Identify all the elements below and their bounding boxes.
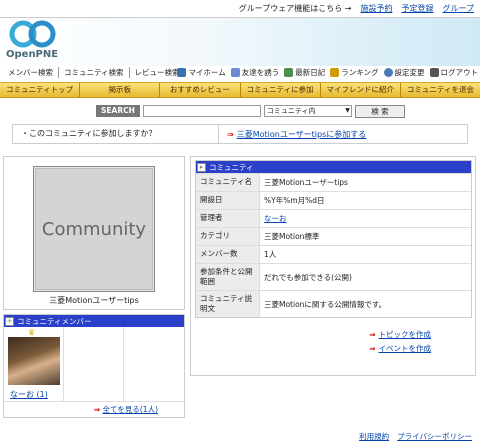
community-placeholder-image: Community	[35, 168, 153, 290]
chevron-down-icon: ▼	[345, 107, 350, 114]
create-topic-link[interactable]: トピックを作成	[379, 329, 432, 340]
latest-diary-link[interactable]: 最新日記	[284, 67, 325, 78]
settings-link[interactable]: 設定変更	[383, 67, 425, 78]
invite-friends-link[interactable]: 友達を誘う	[230, 67, 279, 78]
members-section-title: コミュニティメンバー	[17, 316, 92, 326]
community-info-table: ▸ コミュニティ コミュニティ名 三菱Motionユーザーtips 開設日 %Y…	[195, 160, 472, 318]
info-row: メンバー数 1人	[196, 245, 471, 263]
join-question: ・このコミュニティに参加しますか？	[13, 125, 219, 143]
ranking-link[interactable]: ランキング	[330, 67, 379, 78]
info-section-title: コミュニティ	[209, 162, 254, 172]
menu-bbs[interactable]: 掲示板	[80, 83, 161, 97]
settings-icon	[383, 67, 393, 77]
menu-join-community[interactable]: コミュニティに参加	[241, 83, 321, 97]
info-value: 1人	[264, 250, 277, 259]
info-key: コミュニティ説明文	[196, 291, 260, 317]
logout-icon	[429, 67, 439, 77]
group-link[interactable]: グループ	[442, 3, 474, 14]
review-search-link[interactable]: レビュー検索	[130, 67, 185, 78]
member-cell: ♛ なーお (1)	[4, 327, 64, 401]
search-label: SEARCH	[96, 105, 140, 117]
community-image: Community	[33, 166, 155, 292]
join-prompt-box: ・このコミュニティに参加しますか？ ⇒ 三菱Motionユーザーtipsに参加す…	[12, 124, 468, 144]
community-search-link[interactable]: コミュニティ検索	[59, 66, 130, 78]
admin-link[interactable]: なーお	[264, 213, 287, 224]
menu-community-top[interactable]: コミュニティトップ	[0, 83, 81, 97]
community-members-panel: + コミュニティメンバー ♛ なーお (1) ⇒ 全てを見る(1人)	[3, 314, 185, 418]
footer-links: 利用規約 プライバシーポリシー	[359, 431, 472, 442]
join-community-link[interactable]: 三菱Motionユーザーtipsに参加する	[237, 129, 367, 140]
search-input[interactable]	[142, 105, 261, 117]
arrow-right-icon: ⇒	[369, 330, 376, 339]
members-section-header: + コミュニティメンバー	[4, 315, 184, 327]
schedule-register-link[interactable]: 予定登録	[401, 3, 433, 14]
create-event-link[interactable]: イベントを作成	[379, 343, 432, 354]
info-row: カテゴリ 三菱Motion標準	[196, 227, 471, 245]
logout-link[interactable]: ログアウト	[429, 67, 478, 78]
info-key: カテゴリ	[196, 228, 260, 245]
my-home-link[interactable]: マイホーム	[177, 67, 226, 78]
header-banner: OpenPNE	[0, 18, 480, 66]
terms-link[interactable]: 利用規約	[359, 431, 389, 442]
info-section-header: ▸ コミュニティ	[196, 161, 471, 173]
member-search-link[interactable]: メンバー検索	[3, 66, 59, 78]
arrow-right-icon: ⇒	[227, 129, 234, 139]
member-cell-empty	[124, 327, 184, 401]
search-scope-select[interactable]: コミュニティ内 ▼	[263, 105, 352, 117]
search-bar: SEARCH コミュニティ内 ▼ 検 索	[96, 104, 405, 118]
info-value: だれでも参加できる(公開)	[264, 272, 352, 282]
community-image-panel: Community 三菱Motionユーザーtips	[3, 156, 185, 310]
ranking-icon	[330, 67, 340, 77]
info-key: コミュニティ名	[196, 174, 260, 191]
privacy-policy-link[interactable]: プライバシーポリシー	[397, 431, 472, 442]
search-button[interactable]: 検 索	[354, 104, 405, 118]
info-key: 管理者	[196, 210, 260, 227]
member-avatar[interactable]	[8, 337, 60, 385]
sub-navigation: メンバー検索 コミュニティ検索 レビュー検索 マイホーム 友達を誘う 最新日記 …	[0, 66, 480, 78]
member-name-link[interactable]: なーお (1)	[10, 389, 48, 400]
info-value: 三菱Motionユーザーtips	[264, 178, 348, 187]
info-key: 開設日	[196, 192, 260, 209]
facility-booking-link[interactable]: 施設予約	[360, 3, 392, 14]
info-key: 参加条件と公開範囲	[196, 264, 260, 290]
arrow-right-icon: ⇒	[93, 405, 101, 414]
info-value: 三菱Motion標準	[264, 232, 320, 241]
arrow-right-icon: ⇒	[369, 344, 376, 353]
see-all-members-link[interactable]: 全てを見る(1人)	[103, 405, 158, 414]
menu-introduce-to-friend[interactable]: マイフレンドに紹介	[321, 83, 401, 97]
top-bar: グループウェア機能はこちら → 施設予約 予定登録 グループ	[0, 0, 480, 18]
diary-icon	[284, 67, 294, 77]
info-row: 管理者 なーお	[196, 209, 471, 227]
community-name-caption: 三菱Motionユーザーtips	[49, 296, 139, 305]
info-value: %Y年%m月%d日	[264, 196, 325, 205]
invite-icon	[230, 67, 240, 77]
info-row: コミュニティ説明文 三菱Motionに関する公開情報です。	[196, 290, 471, 317]
member-cell-empty	[64, 327, 124, 401]
plus-box-icon: +	[5, 316, 14, 326]
crown-icon: ♛	[28, 328, 36, 337]
info-row: 開設日 %Y年%m月%d日	[196, 191, 471, 209]
info-row: コミュニティ名 三菱Motionユーザーtips	[196, 173, 471, 191]
menu-recommended-reviews[interactable]: おすすめレビュー	[160, 83, 241, 97]
groupware-promo-text: グループウェア機能はこちら →	[238, 4, 352, 13]
play-box-icon: ▸	[197, 162, 206, 172]
info-key: メンバー数	[196, 246, 260, 263]
see-all-members-row: ⇒ 全てを見る(1人)	[4, 401, 184, 415]
info-row: 参加条件と公開範囲 だれでも参加できる(公開)	[196, 263, 471, 290]
community-actions: ⇒ トピックを作成 ⇒ イベントを作成	[369, 329, 431, 354]
community-info-panel: ▸ コミュニティ コミュニティ名 三菱Motionユーザーtips 開設日 %Y…	[190, 156, 476, 376]
menu-leave-community[interactable]: コミュニティを退会	[401, 83, 480, 97]
community-menu-bar: コミュニティトップ 掲示板 おすすめレビュー コミュニティに参加 マイフレンドに…	[0, 82, 480, 98]
logo-text: OpenPNE	[6, 49, 59, 60]
info-value: 三菱Motionに関する公開情報です。	[264, 299, 387, 309]
home-icon	[177, 67, 187, 77]
